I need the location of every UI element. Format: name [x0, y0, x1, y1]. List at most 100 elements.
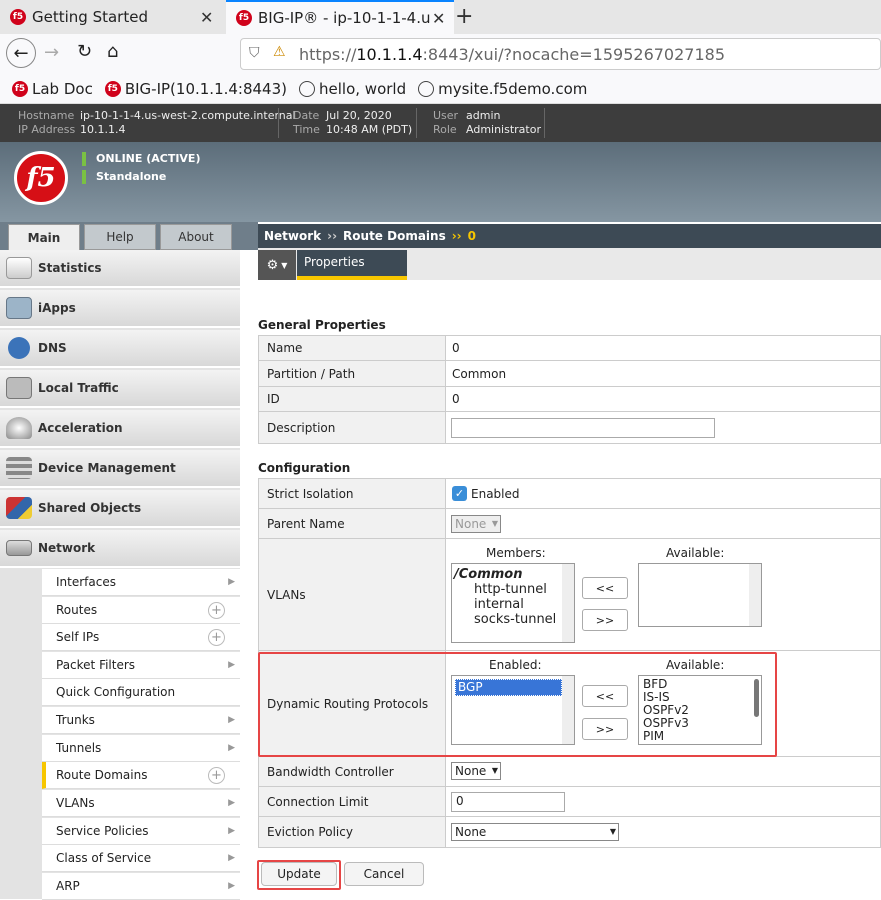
- id-value: 0: [452, 392, 460, 406]
- sidebar-item-label: Statistics: [38, 261, 102, 275]
- subnav-routes[interactable]: Routes +: [42, 597, 240, 624]
- row-description: Description: [258, 412, 881, 444]
- vlan-move-right-button[interactable]: >>: [582, 609, 628, 631]
- eviction-policy-select[interactable]: None ▼: [451, 823, 619, 841]
- vlan-members-list[interactable]: /Common http-tunnel internal socks-tunne…: [451, 563, 575, 643]
- url-bar[interactable]: ⛉ ⚠ https://10.1.1.4:8443/xui/?nocache=1…: [240, 38, 881, 70]
- subnav-tunnels[interactable]: Tunnels ▶: [42, 735, 240, 762]
- server-rack-icon: [6, 457, 32, 479]
- scrollbar[interactable]: [562, 564, 574, 642]
- globe-icon: [299, 80, 316, 97]
- sidebar-item-iapps[interactable]: iApps: [0, 290, 240, 328]
- shapes-icon: [6, 497, 32, 519]
- gauge-icon: [6, 417, 32, 439]
- description-input[interactable]: [451, 418, 715, 438]
- vlan-available-label: Available:: [666, 546, 725, 560]
- sidebar-item-statistics[interactable]: Statistics: [0, 250, 240, 288]
- breadcrumb-route-domains[interactable]: Route Domains: [343, 229, 446, 243]
- chevron-right-icon: ▶: [228, 798, 235, 808]
- sidebar-item-dns[interactable]: DNS: [0, 330, 240, 368]
- subnav-interfaces[interactable]: Interfaces ▶: [42, 569, 240, 596]
- subnav-label: Packet Filters: [56, 658, 136, 672]
- url-host: 10.1.1.4: [356, 44, 423, 64]
- bandwidth-controller-select[interactable]: None ▼: [451, 762, 501, 780]
- chevron-right-icon: ▶: [228, 826, 235, 836]
- sidebar-item-acceleration[interactable]: Acceleration: [0, 410, 240, 448]
- vlan-group: /Common: [454, 567, 523, 582]
- subnav-self-ips[interactable]: Self IPs +: [42, 624, 240, 651]
- sidebar-item-local-traffic[interactable]: Local Traffic: [0, 370, 240, 408]
- subnav-label: Class of Service: [56, 851, 152, 865]
- subnav-class-of-service[interactable]: Class of Service ▶: [42, 845, 240, 872]
- device-mode: Standalone: [82, 170, 166, 184]
- subnav-route-domains[interactable]: Route Domains +: [42, 762, 240, 789]
- bookmark-bigip[interactable]: f5 BIG-IP(10.1.1.4:8443): [104, 80, 287, 98]
- bookmark-label: Lab Doc: [32, 79, 93, 98]
- add-icon[interactable]: +: [208, 766, 225, 784]
- strict-isolation-checkbox[interactable]: ✓: [452, 486, 467, 501]
- vlan-member[interactable]: socks-tunnel: [454, 612, 572, 627]
- gear-menu-button[interactable]: ⚙ ▼: [258, 250, 296, 280]
- sidebar-item-network[interactable]: Network: [0, 530, 240, 568]
- row-name: Name 0: [258, 335, 881, 361]
- cancel-button[interactable]: Cancel: [344, 862, 424, 886]
- vlan-move-left-button[interactable]: <<: [582, 577, 628, 599]
- subnav-packet-filters[interactable]: Packet Filters ▶: [42, 652, 240, 679]
- configuration-title: Configuration: [258, 461, 351, 475]
- sidebar-item-label: iApps: [38, 301, 76, 315]
- close-tab-icon[interactable]: ✕: [432, 9, 445, 28]
- vlan-available-list[interactable]: [638, 563, 762, 627]
- chevron-right-icon: ▶: [228, 577, 235, 587]
- eviction-policy-label: Eviction Policy: [259, 817, 446, 847]
- f5-favicon-icon: f5: [236, 10, 252, 26]
- f5-favicon-icon: f5: [104, 80, 121, 97]
- subnav-arp[interactable]: ARP ▶: [42, 873, 240, 900]
- sidebar-item-device-management[interactable]: Device Management: [0, 450, 240, 488]
- date-label: Date: [293, 109, 320, 122]
- breadcrumb-network[interactable]: Network: [264, 229, 321, 243]
- back-icon[interactable]: ←: [6, 38, 36, 68]
- tab-help[interactable]: Help: [84, 224, 156, 250]
- subnav-label: ARP: [56, 879, 80, 893]
- browser-tab-bigip[interactable]: f5 BIG-IP® - ip-10-1-1-4.u ✕: [226, 0, 454, 34]
- tab-about[interactable]: About: [160, 224, 232, 250]
- row-id: ID 0: [258, 387, 881, 412]
- add-icon[interactable]: +: [208, 628, 225, 646]
- bookmark-hello-world[interactable]: hello, world: [299, 80, 406, 98]
- reload-icon[interactable]: ↻: [77, 41, 92, 62]
- parent-name-select[interactable]: None ▼: [451, 515, 501, 533]
- tab-properties[interactable]: Properties: [297, 250, 407, 280]
- forward-icon[interactable]: →: [44, 42, 59, 63]
- subnav-quick-configuration[interactable]: Quick Configuration: [42, 679, 240, 706]
- subnav-trunks[interactable]: Trunks ▶: [42, 707, 240, 734]
- subnav-label: Tunnels: [56, 741, 102, 755]
- network-switch-icon: [6, 540, 32, 556]
- user-label: User: [433, 109, 459, 122]
- browser-tab-getting-started[interactable]: f5 Getting Started ✕: [0, 0, 224, 34]
- iapps-icon: [6, 297, 32, 319]
- general-properties-title: General Properties: [258, 318, 386, 332]
- scrollbar[interactable]: [749, 564, 761, 626]
- new-tab-button[interactable]: +: [455, 4, 473, 29]
- divider: [544, 108, 545, 138]
- bookmark-lab-doc[interactable]: f5 Lab Doc: [12, 80, 93, 98]
- home-icon[interactable]: ⌂: [107, 41, 118, 62]
- subnav-vlans[interactable]: VLANs ▶: [42, 790, 240, 817]
- subnav-service-policies[interactable]: Service Policies ▶: [42, 818, 240, 845]
- f5-logo[interactable]: f5: [14, 151, 68, 205]
- chevron-down-icon: ▼: [609, 827, 616, 836]
- add-icon[interactable]: +: [208, 601, 225, 619]
- bookmark-mysite[interactable]: mysite.f5demo.com: [418, 80, 587, 98]
- name-value: 0: [452, 341, 460, 355]
- vlan-member[interactable]: internal: [454, 597, 572, 612]
- close-tab-icon[interactable]: ✕: [200, 8, 213, 27]
- tab-main[interactable]: Main: [8, 224, 80, 250]
- connection-limit-input[interactable]: 0: [451, 792, 565, 812]
- description-label: Description: [259, 412, 446, 443]
- row-partition: Partition / Path Common: [258, 361, 881, 387]
- vlan-member[interactable]: http-tunnel: [454, 582, 572, 597]
- chevron-right-icon: ▶: [228, 660, 235, 670]
- subnav-label: Self IPs: [56, 630, 100, 644]
- sidebar-item-shared-objects[interactable]: Shared Objects: [0, 490, 240, 528]
- globe-icon: [8, 337, 30, 359]
